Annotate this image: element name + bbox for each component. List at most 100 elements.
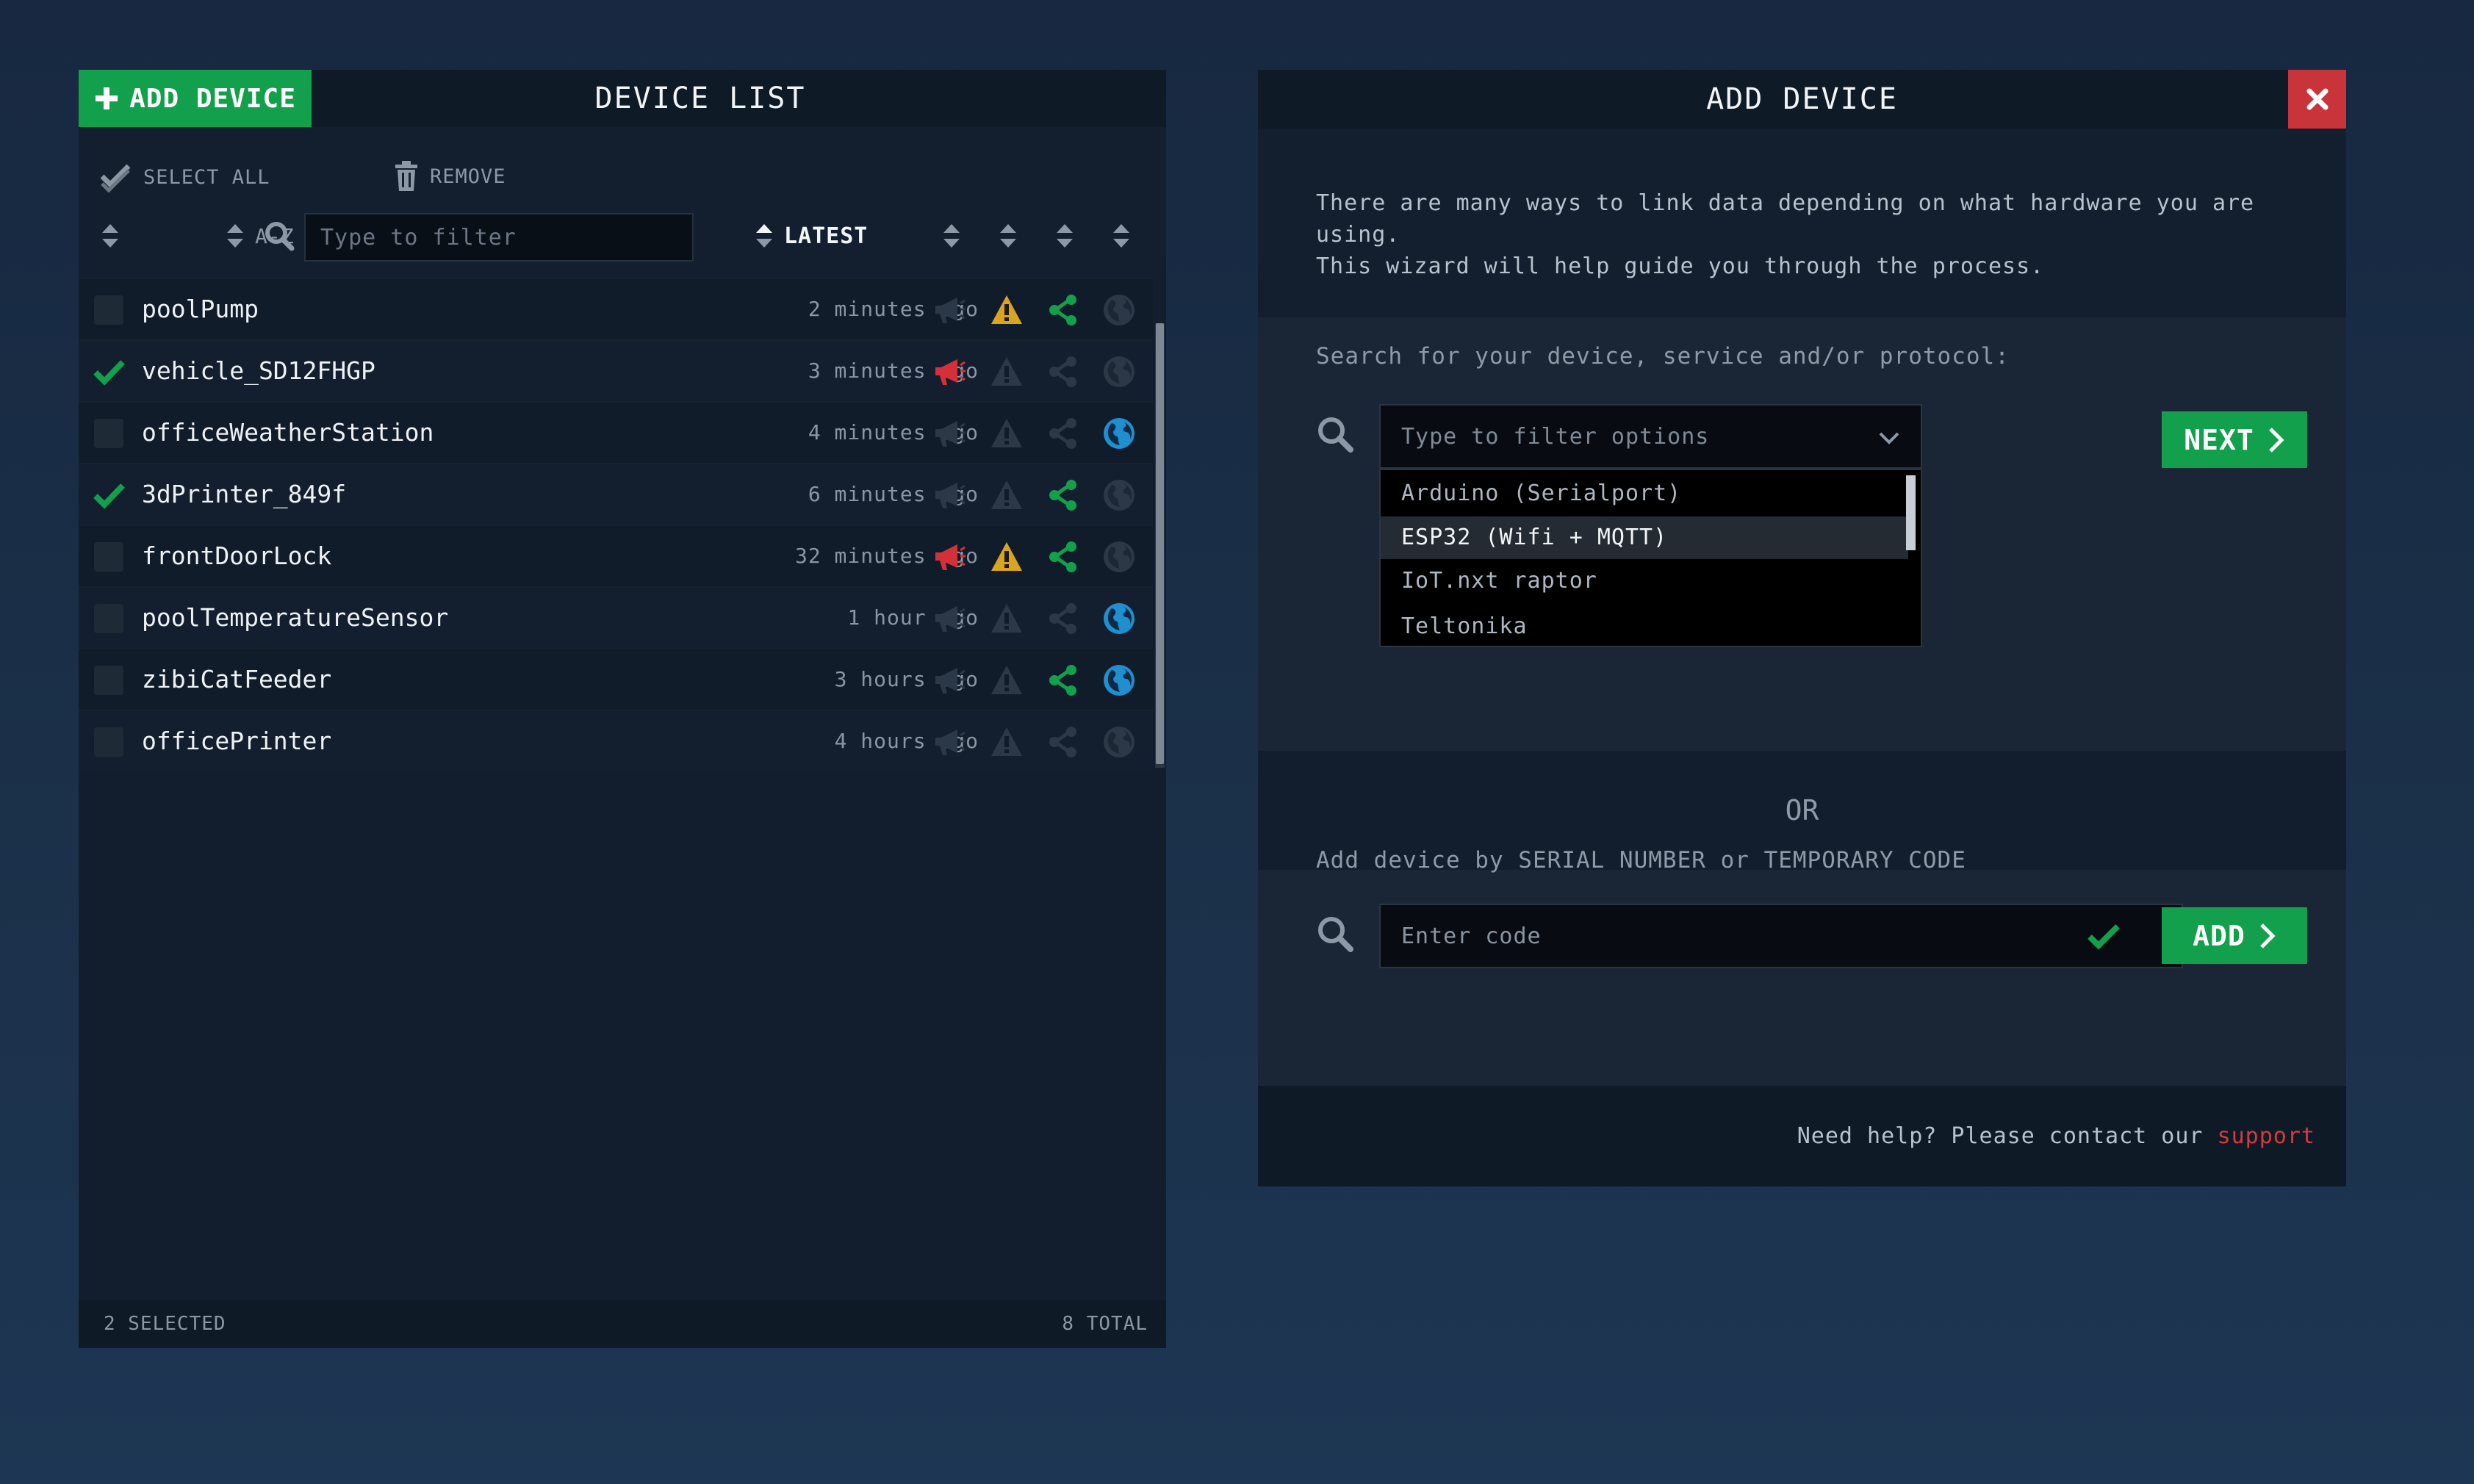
next-button[interactable]: NEXT (2162, 411, 2307, 468)
checkmark-icon[interactable] (91, 354, 126, 389)
device-name[interactable]: 3dPrinter_849f (142, 464, 346, 525)
checkmark-icon[interactable] (91, 478, 126, 513)
search-icon (1316, 415, 1354, 453)
dropdown-option[interactable]: Arduino (Serialport) (1381, 472, 1908, 515)
sort-icon (226, 223, 245, 249)
support-link[interactable]: support (2218, 1123, 2315, 1149)
device-row[interactable]: 3dPrinter_849f 6 minutes ago (79, 463, 1153, 525)
valid-check-icon (2087, 921, 2121, 951)
intro-text: There are many ways to link data dependi… (1316, 190, 2255, 279)
globe-icon[interactable] (1102, 478, 1136, 512)
device-row[interactable]: officePrinter 4 hours ago (79, 710, 1153, 771)
dropdown-option-selected[interactable]: ESP32 (Wifi + MQTT) (1381, 516, 1908, 559)
sort-latest-label: LATEST (784, 223, 869, 249)
selected-count: 2 SELECTED (104, 1313, 226, 1335)
globe-icon[interactable] (1102, 293, 1136, 327)
globe-icon[interactable] (1102, 663, 1136, 697)
warning-triangle-icon[interactable] (990, 355, 1024, 389)
close-button[interactable] (2288, 70, 2346, 129)
megaphone-icon[interactable] (932, 540, 966, 574)
sort-share-button[interactable] (1055, 223, 1074, 249)
row-checkbox[interactable] (94, 295, 123, 325)
share-icon[interactable] (1046, 293, 1080, 327)
search-label: Search for your device, service and/or p… (1316, 343, 2010, 370)
dropdown-option[interactable]: IoT.nxt raptor (1381, 560, 1908, 602)
dropdown-option[interactable]: Teltonika (1381, 605, 1908, 648)
row-checkbox[interactable] (94, 604, 123, 633)
megaphone-icon[interactable] (932, 293, 966, 327)
warning-triangle-icon[interactable] (990, 293, 1024, 327)
device-row[interactable]: zibiCatFeeder 3 hours ago (79, 648, 1153, 710)
device-name[interactable]: zibiCatFeeder (142, 649, 331, 710)
sort-active-icon (755, 223, 774, 249)
share-icon[interactable] (1046, 725, 1080, 759)
dropdown-scrollbar-thumb[interactable] (1906, 475, 1916, 550)
row-checkbox[interactable] (94, 419, 123, 448)
sort-icon (942, 223, 961, 249)
device-row[interactable]: poolTemperatureSensor 1 hour ago (79, 586, 1153, 648)
device-row[interactable]: frontDoorLock 32 minutes ago (79, 525, 1153, 586)
device-list-scrollbar-thumb[interactable] (1156, 323, 1164, 764)
row-checkbox[interactable] (94, 542, 123, 572)
sort-icon (1055, 223, 1074, 249)
device-list-title: DEVICE LIST (594, 82, 806, 115)
warning-triangle-icon[interactable] (990, 478, 1024, 512)
share-icon[interactable] (1046, 602, 1080, 635)
row-checkbox[interactable] (94, 727, 123, 757)
warning-triangle-icon[interactable] (990, 725, 1024, 759)
megaphone-icon[interactable] (932, 663, 966, 697)
megaphone-icon[interactable] (932, 478, 966, 512)
share-icon[interactable] (1046, 663, 1080, 697)
add-device-panel: ADD DEVICE There are many ways to link d… (1258, 70, 2346, 1186)
remove-button[interactable]: REMOVE (393, 160, 506, 192)
globe-icon[interactable] (1102, 602, 1136, 635)
device-row[interactable]: vehicle_SD12FHGP 3 minutes ago (79, 339, 1153, 401)
share-icon[interactable] (1046, 417, 1080, 450)
device-name[interactable]: poolTemperatureSensor (142, 588, 448, 648)
device-name[interactable]: poolPump (142, 279, 259, 339)
add-device-title: ADD DEVICE (1706, 82, 1898, 116)
device-name[interactable]: officePrinter (142, 711, 331, 771)
device-filter-input[interactable] (304, 213, 694, 262)
add-device-button-label: ADD DEVICE (129, 83, 296, 114)
add-code-button[interactable]: ADD (2162, 907, 2307, 964)
code-input[interactable] (1379, 904, 2183, 968)
device-row[interactable]: officeWeatherStation 4 minutes ago (79, 401, 1153, 463)
megaphone-icon[interactable] (932, 725, 966, 759)
globe-icon[interactable] (1102, 355, 1136, 389)
device-row[interactable]: poolPump 2 minutes ago (79, 278, 1153, 339)
globe-icon[interactable] (1102, 725, 1136, 759)
sort-latest-button[interactable]: LATEST (755, 223, 868, 249)
megaphone-icon[interactable] (932, 417, 966, 450)
warning-triangle-icon[interactable] (990, 602, 1024, 635)
sort-globe-button[interactable] (1112, 223, 1131, 249)
device-list-panel: ADD DEVICE DEVICE LIST SELECT ALL REMOVE… (79, 70, 1166, 1348)
warning-triangle-icon[interactable] (990, 663, 1024, 697)
sort-warning-button[interactable] (999, 223, 1018, 249)
add-device-button[interactable]: ADD DEVICE (79, 70, 312, 127)
sort-icon (101, 223, 120, 249)
sort-alarm-button[interactable] (942, 223, 961, 249)
next-button-label: NEXT (2184, 423, 2254, 456)
device-name[interactable]: frontDoorLock (142, 526, 331, 586)
globe-icon[interactable] (1102, 417, 1136, 450)
warning-triangle-icon[interactable] (990, 540, 1024, 574)
megaphone-icon[interactable] (932, 355, 966, 389)
globe-icon[interactable] (1102, 540, 1136, 574)
share-icon[interactable] (1046, 355, 1080, 389)
device-name[interactable]: officeWeatherStation (142, 403, 434, 463)
megaphone-icon[interactable] (932, 602, 966, 635)
trash-icon (393, 160, 420, 192)
warning-triangle-icon[interactable] (990, 417, 1024, 450)
device-name[interactable]: vehicle_SD12FHGP (142, 341, 375, 401)
code-entry-section (1258, 870, 2346, 1086)
sort-checked-button[interactable] (101, 223, 120, 252)
device-type-combobox[interactable]: Type to filter options (1379, 404, 1922, 469)
row-checkbox[interactable] (94, 666, 123, 695)
chevron-right-icon (2259, 922, 2276, 950)
plus-icon (94, 86, 119, 111)
share-icon[interactable] (1046, 478, 1080, 512)
select-all-button[interactable]: SELECT ALL (99, 160, 270, 194)
share-icon[interactable] (1046, 540, 1080, 574)
device-type-dropdown: Arduino (Serialport) ESP32 (Wifi + MQTT)… (1379, 469, 1922, 647)
